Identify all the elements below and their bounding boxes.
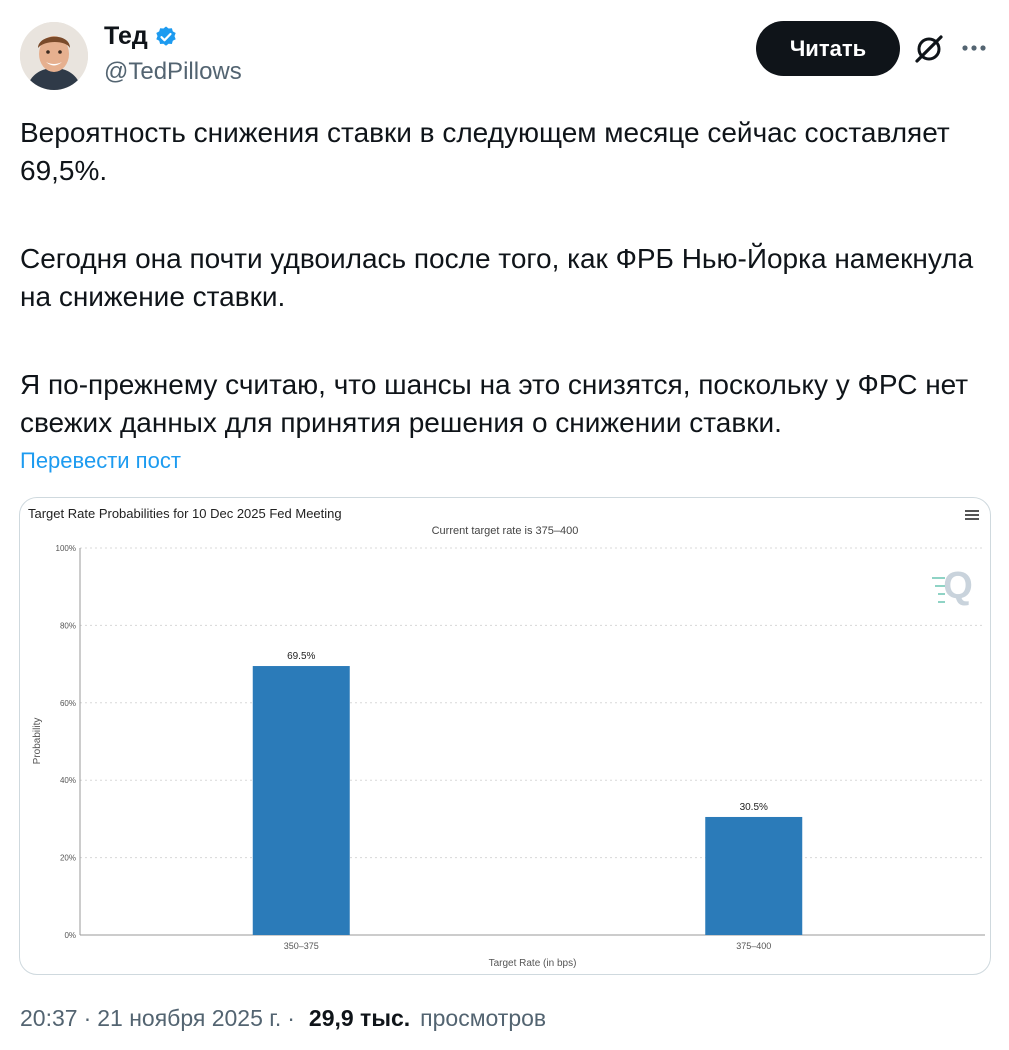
data-label: 69.5% [287,651,315,662]
bar [705,816,803,935]
tweet-paragraph: Вероятность снижения ставки в следующем … [20,117,950,186]
y-axis-label: Probability [32,718,43,765]
author-handle[interactable]: @TedPillows [104,58,242,86]
y-tick-label: 80% [60,621,76,630]
y-tick-label: 40% [60,776,76,785]
meta-separator: · [83,1005,92,1031]
watermark-logo: Q [943,565,973,607]
bar-chart: 0% 20% 40% 60% 80% 100% 69.5% 350–375 30.5% 375–4… [32,544,985,969]
chart-menu-icon[interactable] [964,508,980,522]
views-label: просмотров [420,1005,547,1031]
y-tick-label: 60% [60,699,76,708]
verified-badge-icon[interactable] [154,25,178,49]
avatar-image [20,22,88,90]
read-button[interactable]: Читать [756,21,900,76]
y-tick-label: 0% [64,931,76,940]
avatar[interactable] [20,22,88,90]
tweet-meta: 20:37 · 21 ноября 2025 г. · 29,9 тыс. пр… [20,1005,546,1032]
author-name-row[interactable]: Тед [104,22,178,51]
grok-icon[interactable] [912,32,946,66]
y-tick-label: 100% [56,544,76,553]
y-tick-label: 20% [60,854,76,863]
x-axis-label: Target Rate (in bps) [489,958,577,969]
tweet-time[interactable]: 20:37 [20,1005,78,1032]
tweet-paragraph: Сегодня она почти удвоилась после того, … [20,243,974,312]
chart-image-card[interactable]: 0% 20% 40% 60% 80% 100% 69.5% 350–375 30.5% 375–4… [19,497,991,975]
chart-title: Target Rate Probabilities for 10 Dec 202… [28,506,342,521]
more-icon[interactable] [958,36,990,60]
x-tick-label: 375–400 [736,941,771,951]
meta-separator: · [287,1005,295,1031]
chart-subtitle: Current target rate is 375–400 [431,525,579,537]
bar [252,666,350,935]
translate-post-link[interactable]: Перевести пост [20,448,181,474]
tweet-text: Вероятность снижения ставки в следующем … [20,114,995,492]
author-name[interactable]: Тед [104,22,148,51]
views-count: 29,9 тыс. [308,1005,411,1031]
x-tick-label: 350–375 [284,941,319,951]
tweet-date[interactable]: 21 ноября 2025 г. [97,1005,281,1032]
tweet-paragraph: Я по-прежнему считаю, что шансы на это с… [20,369,969,438]
data-label: 30.5% [740,802,768,813]
